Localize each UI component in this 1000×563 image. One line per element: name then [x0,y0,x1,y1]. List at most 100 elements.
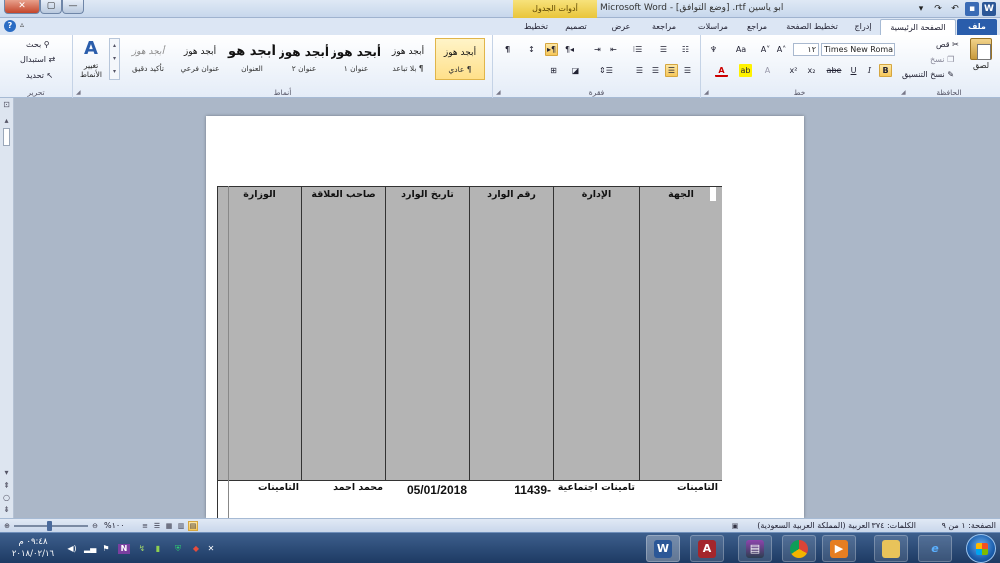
document-page[interactable]: الجهة الإدارة رقم الوارد تاريخ الوارد صا… [206,116,804,518]
taskbar-word[interactable]: W [646,535,680,562]
justify-icon[interactable]: ☰ [633,64,646,77]
action-center-flag-icon[interactable]: ⚑ [100,544,112,554]
minimize-window-button[interactable]: — [62,0,84,14]
taskbar-internet-explorer[interactable]: e [918,535,952,562]
align-left-icon[interactable]: ☰ [649,64,662,77]
multilevel-list-icon[interactable]: ⁝☰ [631,43,644,56]
align-right-icon[interactable]: ☰ [681,64,694,77]
tab-layout[interactable]: تخطيط [518,19,554,35]
header-cell-entity[interactable]: الجهة [639,186,722,480]
taskbar-file-explorer[interactable] [874,535,908,562]
tab-design[interactable]: تصميم [558,19,594,35]
tray-update-icon[interactable]: ↯ [136,544,148,554]
print-layout-view-icon[interactable]: ▤ [188,521,198,531]
tab-insert[interactable]: إدراج [848,19,878,35]
styles-launcher-icon[interactable]: ◢ [76,89,81,96]
taskbar-chrome[interactable] [782,535,816,562]
sort-icon[interactable]: ↕ [525,43,538,56]
change-styles-button[interactable]: A تغيير الأنماط [75,38,107,79]
style-subtle-emphasis[interactable]: أبجد هوز تأكيد دقيق [123,38,173,80]
onenote-tray-icon[interactable]: N [118,544,130,554]
word-app-icon[interactable]: W [982,2,996,16]
rtl-direction-icon[interactable]: ¶◂ [563,43,576,56]
next-page-icon[interactable]: ⇟ [2,505,11,514]
cell-incoming-date[interactable]: 05/01/2018 [407,483,467,497]
draft-view-icon[interactable]: ≡ [140,521,150,531]
tray-flag-icon[interactable]: ◆ [190,544,202,554]
header-cell-ministry[interactable]: الوزارة [217,186,301,480]
style-subtitle[interactable]: أبجد هوز عنوان فرعي [175,38,225,80]
page-counter[interactable]: الصفحة: ١ من ٩ [942,521,996,530]
replace-button[interactable]: ⇄ استبدال [20,55,55,64]
paste-button[interactable]: لصق [966,38,996,70]
header-cell-incoming-date[interactable]: تاريخ الوارد [385,186,469,480]
redo-icon[interactable]: ↷ [931,2,945,16]
tray-shield-icon[interactable]: ⛨ [172,544,184,554]
font-color-icon[interactable]: A [715,64,728,77]
zoom-slider-thumb[interactable] [47,521,52,531]
cell-incoming-number[interactable]: 11439- [514,483,551,497]
maximize-window-button[interactable]: ▢ [40,0,62,14]
cell-related-person[interactable]: محمد احمد [333,482,383,493]
tray-tool-icon[interactable]: ✕ [206,544,216,554]
volume-icon[interactable]: ◀) [66,544,78,554]
tab-home[interactable]: الصفحة الرئيسية [880,19,956,35]
select-button[interactable]: ↖ تحديد [26,71,53,80]
header-cell-related-person[interactable]: صاحب العلاقة [301,186,385,480]
style-heading-2[interactable]: أبجد هوز عنوان ٢ [279,38,329,80]
cut-button[interactable]: ✂ قص [936,40,959,49]
tab-view[interactable]: عرض [606,19,636,35]
browse-object-icon[interactable]: ○ [2,493,11,502]
zoom-level[interactable]: %١٠٠ [104,521,125,530]
numbering-icon[interactable]: ☰ [657,43,670,56]
styles-gallery-scroll[interactable]: ▴ ▾ ▾ [109,38,120,80]
minimize-ribbon-icon[interactable]: ▵ [20,20,24,29]
paragraph-launcher-icon[interactable]: ◢ [496,89,501,96]
superscript-button[interactable]: x² [787,64,800,77]
style-heading-1[interactable]: أبجد هوز عنوان ١ [331,38,381,80]
line-spacing-icon[interactable]: ⇕☰ [599,64,613,77]
scroll-up-icon[interactable]: ▴ [2,116,11,125]
ltr-direction-icon[interactable]: ▸¶ [545,43,558,56]
web-layout-view-icon[interactable]: ▦ [164,521,174,531]
text-effects-icon[interactable]: A [761,64,774,77]
outline-view-icon[interactable]: ☰ [152,521,162,531]
taskbar-media-player[interactable]: ▶ [822,535,856,562]
save-icon[interactable]: ▪ [965,2,979,16]
undo-icon[interactable]: ↶ [948,2,962,16]
macro-record-icon[interactable]: ▣ [730,521,740,531]
scroll-down-icon[interactable]: ▾ [2,468,11,477]
format-painter-button[interactable]: ✎ نسخ التنسيق [902,70,954,79]
ruler-toggle-icon[interactable]: ⊡ [2,100,11,109]
system-clock[interactable]: ٠٩:٤٨ م ٢٠١٨/٠٢/١٦ [6,536,60,560]
font-size-combo[interactable]: ١٢ [793,43,819,56]
change-case-icon[interactable]: Aa [731,43,751,56]
cell-department[interactable]: تامينات اجتماعية [558,482,635,493]
cell-ministry[interactable]: التامينات [258,482,299,493]
bold-button[interactable]: B [879,64,892,77]
full-screen-view-icon[interactable]: ▥ [176,521,186,531]
zoom-in-icon[interactable]: ⊕ [2,521,12,531]
style-no-spacing[interactable]: أبجد هوز ¶ بلا تباعد [383,38,433,80]
underline-button[interactable]: U [847,64,860,77]
tab-review[interactable]: مراجعة [642,19,686,35]
highlight-icon[interactable]: ab [739,64,752,77]
font-launcher-icon[interactable]: ◢ [704,89,709,96]
style-normal[interactable]: أبجد هوز ¶ عادي [435,38,485,80]
decrease-indent-icon[interactable]: ⇤ [607,43,620,56]
font-name-combo[interactable]: Times New Roma [821,43,895,56]
taskbar-winrar[interactable]: ▤ [738,535,772,562]
bullets-icon[interactable]: ☷ [679,43,692,56]
zoom-out-icon[interactable]: ⊖ [90,521,100,531]
grow-font-icon[interactable]: A˄ [775,43,788,56]
style-title[interactable]: أبجد هو العنوان [227,38,277,80]
previous-page-icon[interactable]: ⇞ [2,481,11,490]
shading-icon[interactable]: ◪ [569,64,582,77]
help-icon[interactable]: ? [4,20,16,32]
strikethrough-button[interactable]: abe [825,64,843,77]
language-indicator[interactable]: العربية (المملكة العربية السعودية) [757,521,870,530]
clipboard-launcher-icon[interactable]: ◢ [901,89,906,96]
header-cell-incoming-number[interactable]: رقم الوارد [469,186,553,480]
tray-signal-icon[interactable]: ▮ [152,544,164,554]
taskbar-access[interactable]: A [690,535,724,562]
